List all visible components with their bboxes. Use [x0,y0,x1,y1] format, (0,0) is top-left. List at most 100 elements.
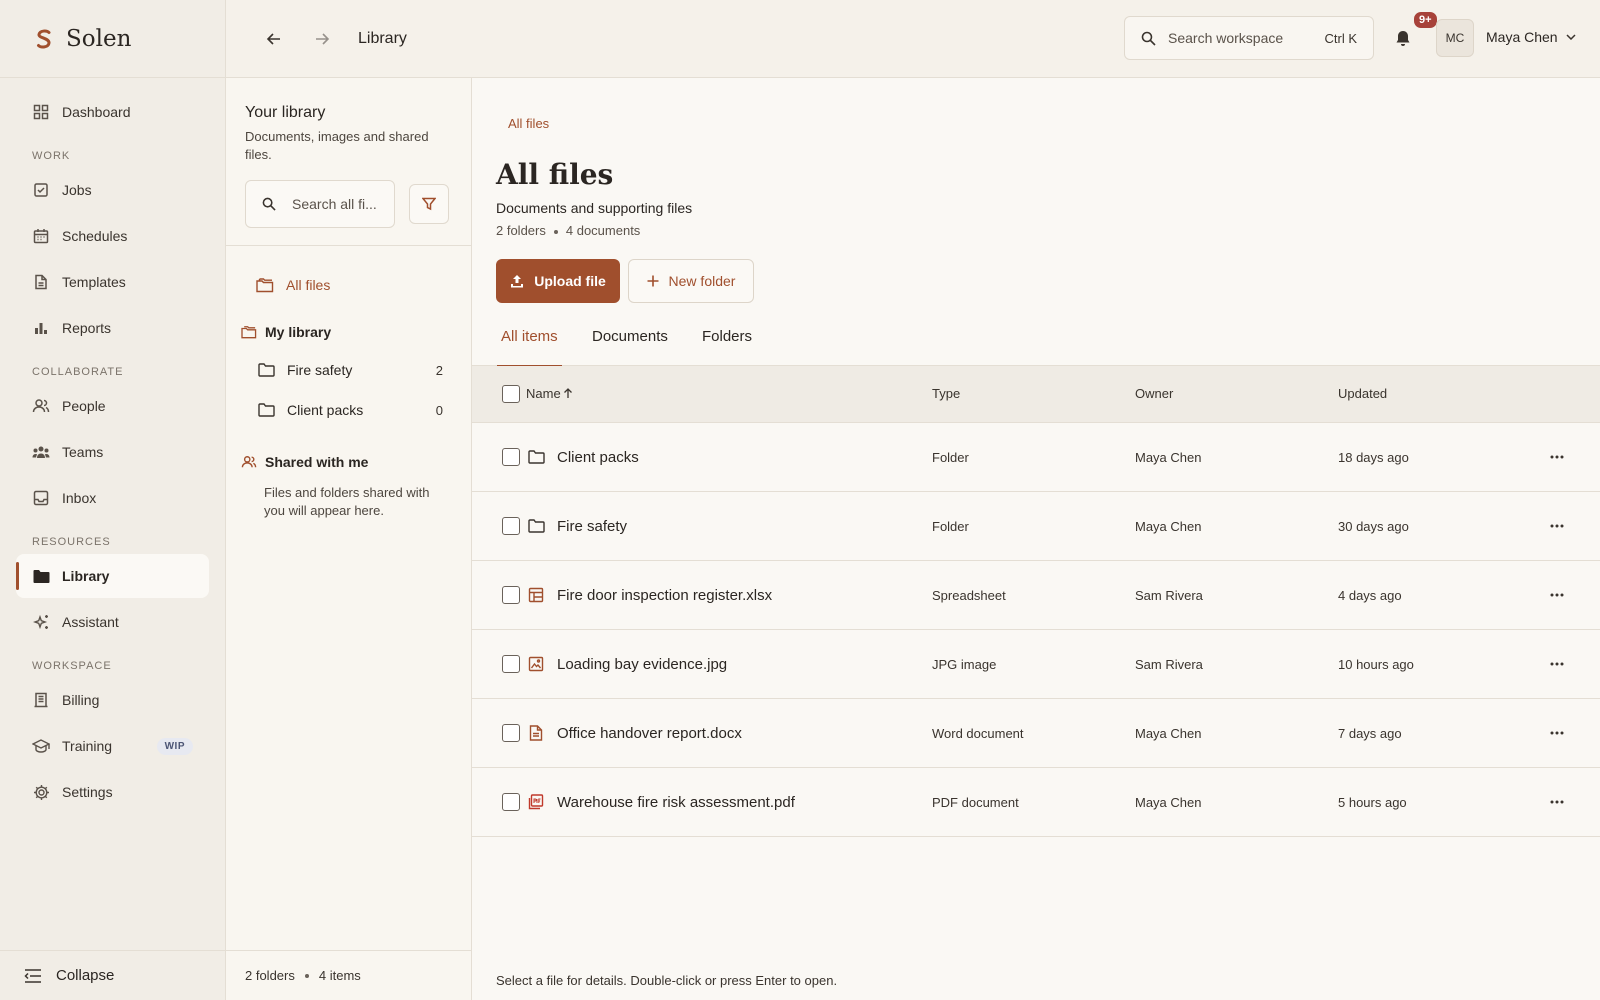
collapse-button[interactable]: Collapse [0,950,226,1000]
notifications-button[interactable] [1392,27,1414,49]
sidebar-item-templates[interactable]: Templates [16,260,209,304]
sidebar-item-jobs[interactable]: Jobs [16,168,209,212]
row-checkbox[interactable] [502,724,520,742]
select-all-checkbox[interactable] [502,385,520,403]
spreadsheet-icon [527,586,545,604]
table-row[interactable]: Client packs Folder Maya Chen 18 days ag… [472,423,1600,492]
sidebar-item-training[interactable]: Training WIP [16,724,209,768]
workspace-search-input[interactable]: Search workspace Ctrl K [1124,16,1374,60]
collapse-label: Collapse [56,967,115,984]
more-actions-button[interactable] [1546,585,1568,605]
column-updated[interactable]: Updated [1338,386,1387,401]
sidebar-item-schedules[interactable]: Schedules [16,214,209,258]
separator-dot [553,229,558,234]
sidebar-item-library[interactable]: Library [16,554,209,598]
tree-group-my-library[interactable]: My library [226,314,471,350]
content-tabs: All items Documents Folders [472,322,1600,367]
table-row[interactable]: Warehouse fire risk assessment.pdf PDF d… [472,768,1600,837]
upload-label: Upload file [534,273,606,289]
arrow-left-icon [266,32,280,45]
forward-button[interactable] [310,27,334,51]
row-checkbox[interactable] [502,448,520,466]
column-type[interactable]: Type [932,386,960,401]
tree-folder-client-packs[interactable]: Client packs 0 [226,390,471,430]
file-type: JPG image [932,657,997,672]
more-horizontal-icon [1550,731,1564,735]
file-updated: 4 days ago [1338,588,1402,603]
column-name[interactable]: Name [526,386,573,401]
more-horizontal-icon [1550,524,1564,528]
nav-section-title: RESOURCES [32,536,111,548]
avatar[interactable]: MC [1436,19,1474,57]
back-button[interactable] [262,27,286,51]
column-owner[interactable]: Owner [1135,386,1173,401]
tree-item-all-files[interactable]: All files [226,264,471,306]
sidebar-item-teams[interactable]: Teams [16,430,209,474]
filter-button[interactable] [409,184,449,224]
more-actions-button[interactable] [1546,723,1568,743]
file-type: Spreadsheet [932,588,1006,603]
content-meta: 2 folders 4 documents [496,223,640,238]
file-type: Folder [932,519,969,534]
file-owner: Maya Chen [1135,726,1202,741]
tab-folders[interactable]: Folders [702,322,752,366]
inbox-icon [32,489,50,507]
table-row[interactable]: Fire door inspection register.xlsx Sprea… [472,561,1600,630]
sidebar-item-settings[interactable]: Settings [16,770,209,814]
file-updated: 18 days ago [1338,450,1409,465]
new-folder-button[interactable]: New folder [628,259,754,303]
file-owner: Maya Chen [1135,519,1202,534]
shared-label: Shared with me [265,454,369,470]
breadcrumb[interactable]: All files [508,116,549,131]
table-row[interactable]: Loading bay evidence.jpg JPG image Sam R… [472,630,1600,699]
table-row[interactable]: Fire safety Folder Maya Chen 30 days ago [472,492,1600,561]
sidebar-item-inbox[interactable]: Inbox [16,476,209,520]
sidebar-item-label: Jobs [62,182,92,198]
footer-hint: Select a file for details. Double-click … [496,973,838,988]
meta-folders: 2 folders [496,223,546,238]
more-actions-button[interactable] [1546,792,1568,812]
upload-file-button[interactable]: Upload file [496,259,620,303]
divider [226,245,471,246]
receipt-icon [32,691,50,709]
gear-icon [32,783,50,801]
user-menu[interactable]: Maya Chen [1486,29,1576,45]
clipboard-check-icon [32,181,50,199]
tab-documents[interactable]: Documents [592,322,668,366]
row-checkbox[interactable] [502,586,520,604]
my-library-label: My library [265,324,332,340]
calendar-icon [32,227,50,245]
tree-group-shared[interactable]: Shared with me [226,444,471,480]
more-actions-button[interactable] [1546,447,1568,467]
folder-icon [527,517,545,535]
sidebar-item-billing[interactable]: Billing [16,678,209,722]
library-subtitle: Documents, images and shared files. [245,129,429,162]
brand[interactable]: Solen [0,0,225,78]
row-checkbox[interactable] [502,793,520,811]
sidebar-item-assistant[interactable]: Assistant [16,600,209,644]
separator-dot [304,973,309,978]
sidebar-item-dashboard[interactable]: Dashboard [16,90,209,134]
file-table: Client packs Folder Maya Chen 18 days ag… [472,423,1600,837]
file-name: Warehouse fire risk assessment.pdf [557,794,795,811]
search-icon [1141,31,1156,46]
file-updated: 5 hours ago [1338,795,1407,810]
bar-chart-icon [32,319,50,337]
more-actions-button[interactable] [1546,654,1568,674]
tree-folder-fire-safety[interactable]: Fire safety 2 [226,350,471,390]
sidebar-item-reports[interactable]: Reports [16,306,209,350]
row-checkbox[interactable] [502,517,520,535]
table-header: Name Type Owner Updated [472,366,1600,423]
tab-all-items[interactable]: All items [497,322,562,367]
file-updated: 10 hours ago [1338,657,1414,672]
sidebar-item-people[interactable]: People [16,384,209,428]
sidebar-item-label: Library [62,568,110,584]
table-row[interactable]: Office handover report.docx Word documen… [472,699,1600,768]
file-name: Client packs [557,449,639,466]
more-actions-button[interactable] [1546,516,1568,536]
nav-section-title: COLLABORATE [32,366,124,378]
main-content: All files All files Documents and suppor… [472,78,1600,1000]
row-checkbox[interactable] [502,655,520,673]
content-title: All files [496,158,614,191]
library-search-input[interactable]: Search all fi... [245,180,395,228]
